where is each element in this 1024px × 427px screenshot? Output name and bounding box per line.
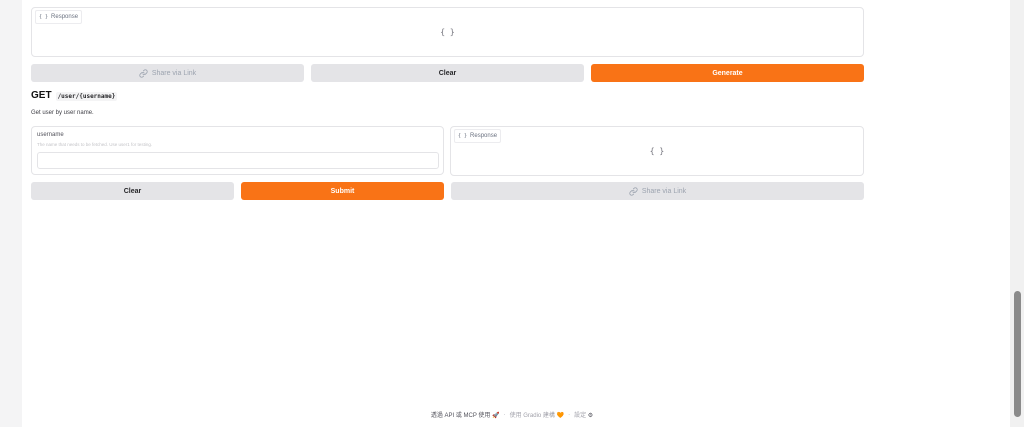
top-clear-button[interactable]: Clear (311, 64, 584, 82)
endpoint-title: GET /user/{username} (31, 90, 118, 101)
bottom-share-button[interactable]: Share via Link (451, 182, 864, 200)
footer-api-label: 透過 API 或 MCP 使用 (430, 413, 491, 419)
top-response-value: { } (440, 27, 455, 37)
footer-gradio-link[interactable]: 使用 Gradio 建構 🧡 (510, 410, 565, 419)
bottom-response-label-text: Response (470, 133, 498, 139)
submit-button[interactable]: Submit (241, 182, 444, 200)
endpoint-path: /user/{username} (55, 92, 118, 101)
top-response-label: { } Response (35, 10, 83, 24)
username-block: username The name that needs to be fetch… (31, 126, 444, 175)
footer-settings-link[interactable]: 設定 ⚙ (574, 410, 593, 419)
bottom-response-panel: { } Response { } (450, 126, 864, 176)
footer-api-link[interactable]: 透過 API 或 MCP 使用 🚀 (431, 410, 500, 419)
footer-separator: · (503, 411, 506, 418)
bottom-clear-button[interactable]: Clear (31, 182, 234, 200)
endpoint-method: GET (31, 90, 52, 101)
top-response-panel: { } Response { } (31, 7, 864, 57)
footer: 透過 API 或 MCP 使用 🚀 · 使用 Gradio 建構 🧡 · 設定 … (0, 410, 1024, 420)
endpoint-description: Get user by user name. (31, 110, 94, 116)
username-input[interactable] (37, 152, 439, 169)
heart-icon: 🧡 (556, 413, 565, 419)
gear-icon: ⚙ (587, 413, 594, 419)
username-info: The name that needs to be fetched. Use u… (37, 142, 153, 147)
bottom-response-label: { } Response (454, 129, 502, 143)
footer-separator: · (568, 411, 571, 418)
scrollbar-thumb[interactable] (1014, 291, 1021, 417)
link-icon (139, 68, 148, 78)
json-icon: { } (458, 133, 468, 139)
bottom-response-value: { } (649, 146, 665, 156)
top-share-button-label: Share via Link (151, 69, 197, 77)
json-icon: { } (39, 14, 49, 20)
generate-button[interactable]: Generate (591, 64, 864, 82)
footer-gradio-label: 使用 Gradio 建構 (509, 413, 555, 419)
footer-settings-label: 設定 (574, 413, 587, 419)
top-response-label-text: Response (51, 14, 79, 20)
username-label: username (37, 132, 64, 138)
bottom-share-button-label: Share via Link (641, 187, 687, 195)
link-icon (629, 186, 638, 196)
rocket-icon: 🚀 (492, 413, 500, 419)
top-share-button[interactable]: Share via Link (31, 64, 304, 82)
scrollbar-track[interactable] (1010, 0, 1024, 427)
